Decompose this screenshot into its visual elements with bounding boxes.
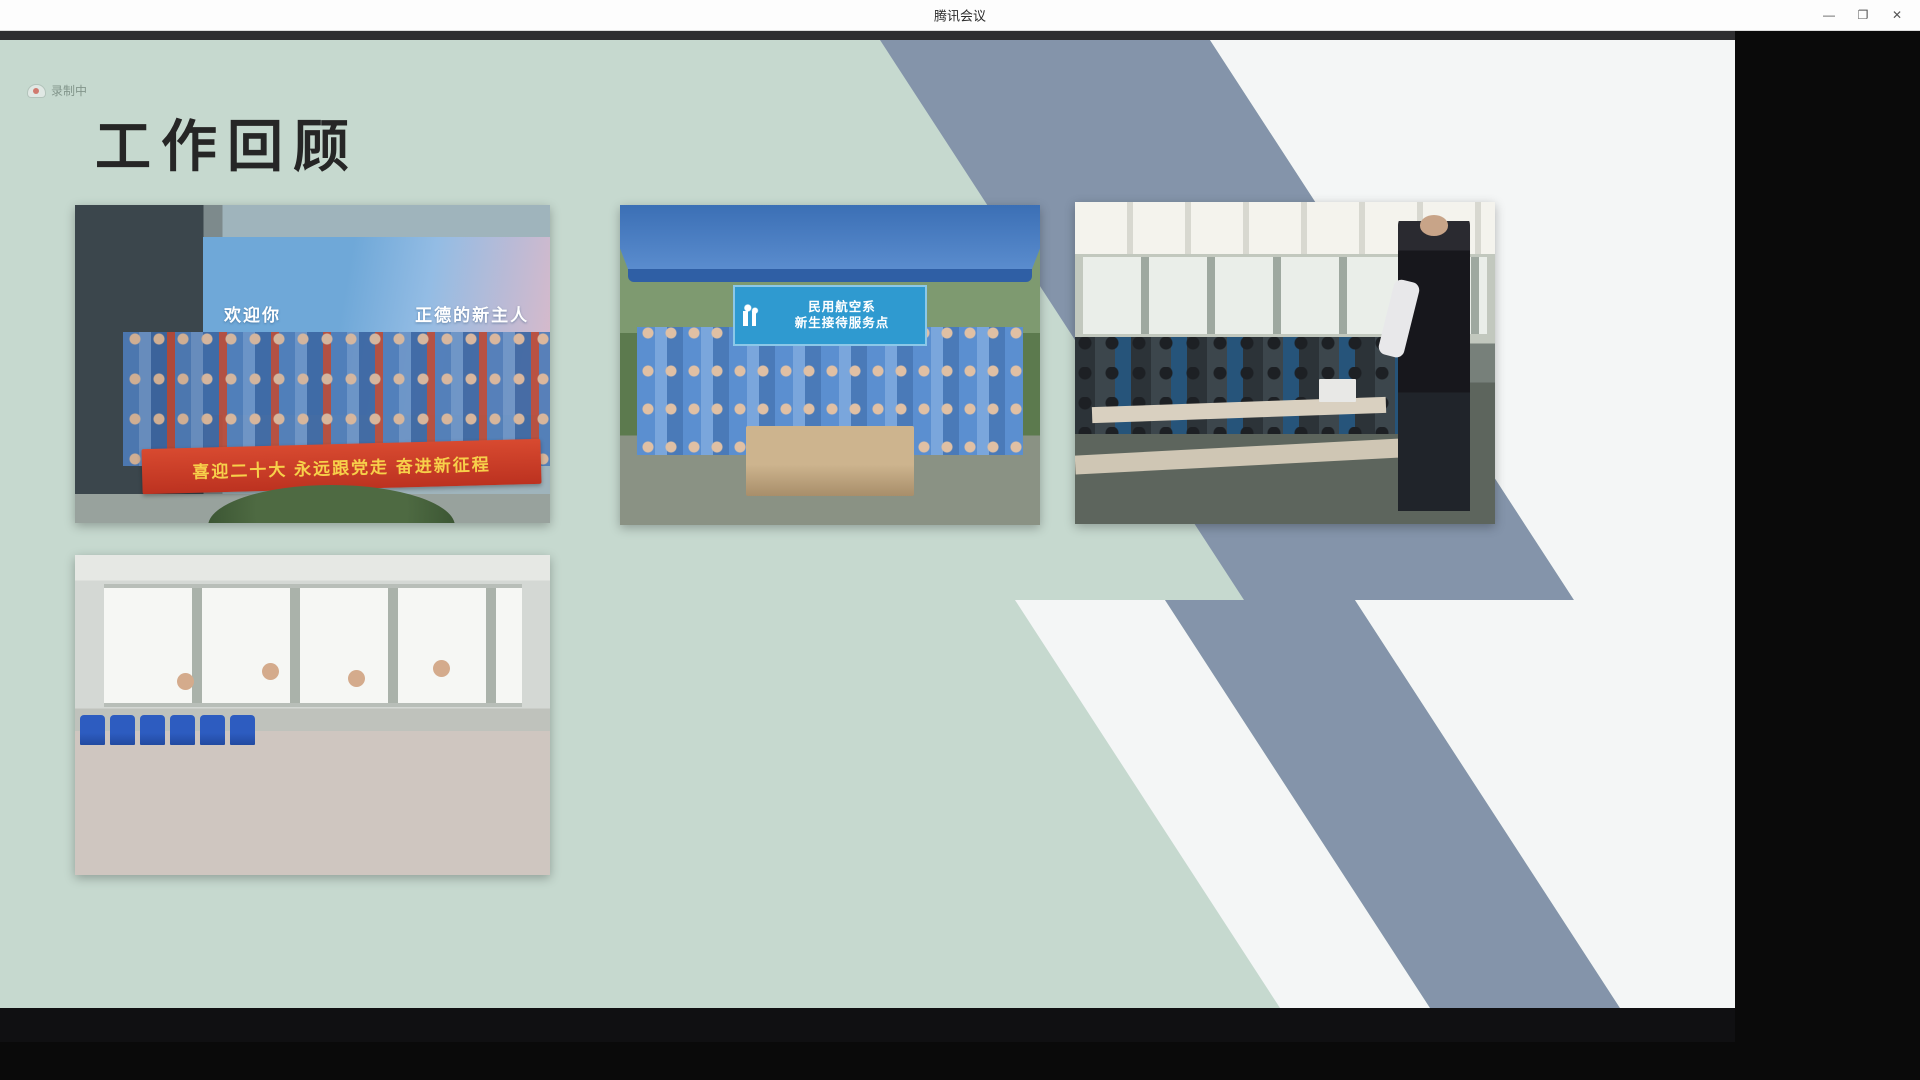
recording-cloud-icon [28, 85, 45, 97]
window-title: 腾讯会议 [934, 6, 986, 25]
dancer [165, 673, 205, 843]
meeting-workspace: 录制中 工作回顾 欢迎你 正德的新主人 喜迎二十大 永远跟党走 奋进新征程 [0, 30, 1920, 1080]
photo1-welcome-left: 欢迎你 [224, 301, 281, 326]
share-letterbox [0, 30, 1735, 40]
photo1-welcome-right: 正德的新主人 [415, 301, 529, 326]
cloud-recording-indicator: 录制中 [28, 82, 87, 99]
photo-evening-classroom [1075, 202, 1495, 524]
dancer [336, 670, 376, 840]
window-controls: — ❐ ✕ [1812, 0, 1914, 30]
photo2-desk [746, 426, 914, 496]
presentation-slide: 录制中 工作回顾 欢迎你 正德的新主人 喜迎二十大 永远跟党走 奋进新征程 [0, 40, 1735, 1008]
dancer [251, 663, 291, 833]
minimize-button[interactable]: — [1812, 0, 1846, 30]
slide-title: 工作回顾 [95, 102, 359, 183]
photo2-canopy [620, 205, 1040, 275]
photo-reception-tent: 民用航空系 新生接待服务点 [620, 205, 1040, 525]
window-titlebar: 腾讯会议 — ❐ ✕ [0, 0, 1920, 31]
photo2-sign: 民用航空系 新生接待服务点 [733, 285, 926, 346]
restore-button[interactable]: ❐ [1846, 0, 1880, 30]
close-button[interactable]: ✕ [1880, 0, 1914, 30]
photo3-standing-person [1398, 215, 1469, 511]
desktop-screen: 腾讯会议 — ❐ ✕ 录制中 工作 [0, 0, 1920, 1080]
photo-dance-rehearsal [75, 555, 550, 875]
screen-share-view: 录制中 工作回顾 欢迎你 正德的新主人 喜迎二十大 永远跟党走 奋进新征程 [0, 30, 1735, 1042]
recording-label: 录制中 [51, 82, 87, 99]
photo-welcome-group: 欢迎你 正德的新主人 喜迎二十大 永远跟党走 奋进新征程 [75, 205, 550, 523]
person-icon [743, 304, 759, 326]
dancer [422, 660, 462, 830]
